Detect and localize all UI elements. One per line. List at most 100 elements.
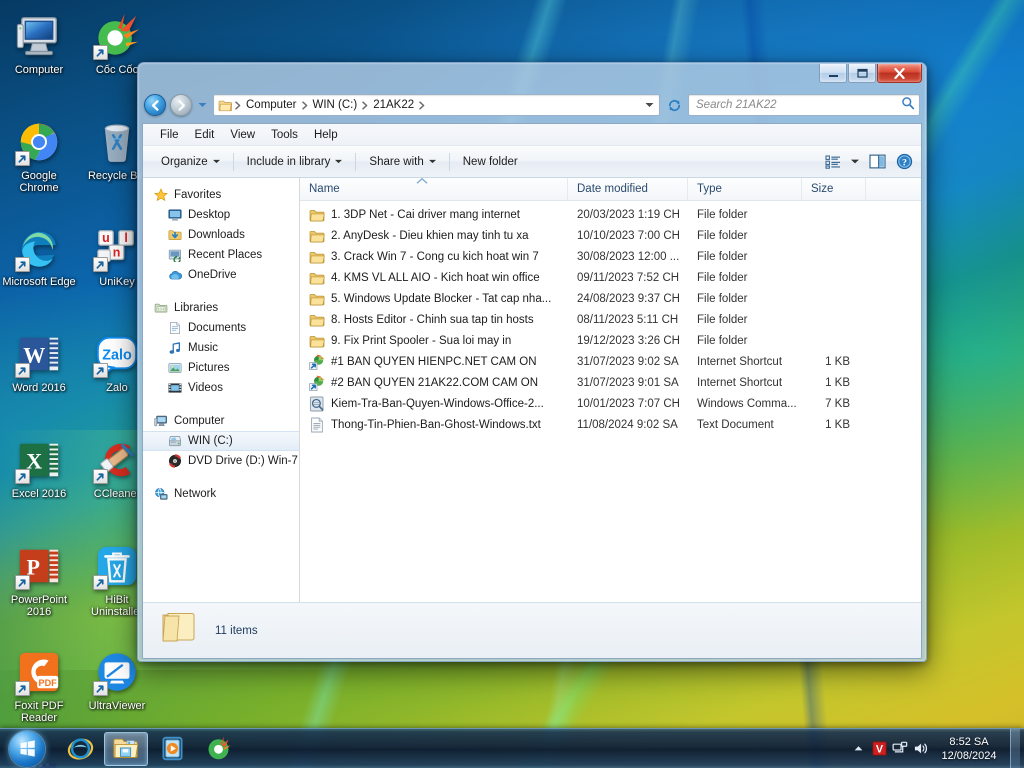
help-icon[interactable]: ?	[891, 150, 917, 174]
address-bar-row[interactable]: Computer WIN (C:) 21AK22 Search 21AK22	[142, 92, 922, 118]
coccoc-taskbar-icon[interactable]	[196, 732, 240, 766]
table-row[interactable]: 3. Crack Win 7 - Cong cu kich hoat win 7…	[300, 246, 921, 267]
nav-group-network[interactable]: Network	[143, 484, 299, 504]
file-rows[interactable]: 1. 3DP Net - Cai driver mang internet 20/…	[300, 201, 921, 602]
column-header-name[interactable]: Name	[300, 177, 568, 201]
start-orb[interactable]	[2, 730, 52, 768]
nav-item-recent-places[interactable]: Recent Places	[143, 245, 299, 265]
favorites-star-icon	[153, 187, 169, 203]
table-row[interactable]: Kiem-Tra-Ban-Quyen-Windows-Office-2... 10…	[300, 393, 921, 414]
folder-icon	[309, 333, 325, 349]
menu-bar[interactable]: File Edit View Tools Help	[143, 124, 921, 146]
breadcrumb-win-c[interactable]: WIN (C:)	[310, 97, 361, 113]
desktop-icon-chrome[interactable]: Google Chrome	[0, 112, 78, 218]
address-bar[interactable]: Computer WIN (C:) 21AK22	[213, 94, 660, 116]
menu-item-help[interactable]: Help	[306, 127, 346, 143]
breadcrumb-computer[interactable]: Computer	[243, 97, 300, 113]
nav-item-documents[interactable]: Documents	[143, 318, 299, 338]
table-row[interactable]: 9. Fix Print Spooler - Sua loi may in 19/…	[300, 330, 921, 351]
menu-item-file[interactable]: File	[152, 127, 187, 143]
change-view-icon[interactable]	[820, 150, 846, 174]
nav-group-libraries[interactable]: Libraries	[143, 298, 299, 318]
refresh-button[interactable]	[664, 95, 684, 115]
close-button[interactable]	[877, 64, 922, 83]
navigation-pane[interactable]: Favorites Desktop Downloads Recent Places On…	[143, 178, 300, 602]
change-view-dropdown-icon[interactable]	[847, 150, 863, 174]
new-folder-button[interactable]: New folder	[453, 150, 528, 174]
file-list-pane[interactable]: Name Date modified Type Size 1. 3DP Net …	[300, 177, 921, 602]
recent-pages-dropdown[interactable]	[196, 94, 209, 116]
file-name-cell: #1 BAN QUYEN HIENPC.NET CAM ON	[300, 354, 568, 370]
search-icon[interactable]	[901, 96, 915, 115]
nav-item-onedrive[interactable]: OneDrive	[143, 265, 299, 285]
volume-tray-icon[interactable]	[912, 739, 930, 759]
nav-item-pictures[interactable]: Pictures	[143, 358, 299, 378]
windows-explorer-taskbar-icon[interactable]	[104, 731, 148, 766]
address-folder-icon	[217, 97, 233, 113]
preview-pane-icon[interactable]	[864, 150, 890, 174]
system-tray[interactable]: V 8:52 SA 12/08/2024	[849, 728, 1024, 768]
new-folder-label: New folder	[462, 155, 518, 168]
desktop-icon-excel[interactable]: X Excel 2016	[0, 430, 78, 536]
search-input[interactable]: Search 21AK22	[688, 94, 920, 116]
command-toolbar[interactable]: Organize Include in library Share with N…	[143, 146, 921, 178]
include-in-library-button[interactable]: Include in library	[237, 150, 353, 174]
table-row[interactable]: #1 BAN QUYEN HIENPC.NET CAM ON 31/07/2023…	[300, 351, 921, 372]
svg-text:PDF: PDF	[39, 678, 58, 688]
folder-icon	[309, 207, 325, 223]
nav-item-label: OneDrive	[188, 269, 237, 281]
crumb-separator-icon	[300, 100, 310, 110]
nav-item-dvd-drive-d-win-7[interactable]: DVD Drive (D:) Win-7	[143, 451, 299, 471]
folder-icon	[309, 251, 325, 263]
desktop-icon-word[interactable]: W Word 2016	[0, 324, 78, 430]
explorer-window[interactable]: Computer WIN (C:) 21AK22 Search 21AK22 F…	[137, 62, 927, 662]
clock[interactable]: 8:52 SA 12/08/2024	[933, 735, 1005, 763]
nav-item-music[interactable]: Music	[143, 338, 299, 358]
internet-shortcut-icon	[309, 375, 325, 391]
file-type-cell: File folder	[697, 250, 748, 263]
minimize-button[interactable]	[819, 64, 847, 83]
column-header-empty[interactable]	[866, 178, 921, 201]
nav-item-downloads[interactable]: Downloads	[143, 225, 299, 245]
taskbar[interactable]: V 8:52 SA 12/08/2024	[0, 728, 1024, 768]
column-headers[interactable]: Name Date modified Type Size	[300, 177, 921, 201]
table-row[interactable]: 2. AnyDesk - Dieu khien may tinh tu xa 10…	[300, 225, 921, 246]
show-desktop-button[interactable]	[1010, 728, 1020, 768]
nav-item-desktop[interactable]: Desktop	[143, 205, 299, 225]
nav-group-favorites[interactable]: Favorites	[143, 185, 299, 205]
organize-button[interactable]: Organize	[151, 150, 230, 174]
window-title-bar[interactable]	[142, 64, 922, 92]
unikey-tray-icon[interactable]: V	[870, 739, 888, 759]
network-tray-icon[interactable]	[891, 739, 909, 759]
column-header-type[interactable]: Type	[688, 177, 802, 201]
nav-item-win-c[interactable]: WIN (C:)	[143, 431, 299, 451]
forward-button[interactable]	[170, 94, 192, 116]
internet-explorer-taskbar-icon[interactable]	[58, 732, 102, 766]
desktop[interactable]: Computer Cốc Cốc Google Chrome Recycle Bin M…	[0, 0, 1024, 768]
column-header-size[interactable]: Size	[802, 177, 866, 201]
menu-item-edit[interactable]: Edit	[187, 127, 223, 143]
table-row[interactable]: 1. 3DP Net - Cai driver mang internet 20/…	[300, 204, 921, 225]
desktop-icon-computer[interactable]: Computer	[0, 6, 78, 112]
column-header-date-modified[interactable]: Date modified	[568, 177, 688, 201]
table-row[interactable]: #2 BAN QUYEN 21AK22.COM CAM ON 31/07/2023…	[300, 372, 921, 393]
folder-icon	[309, 314, 325, 326]
table-row[interactable]: 4. KMS VL ALL AIO - Kich hoat win office…	[300, 267, 921, 288]
breadcrumb-21ak22[interactable]: 21AK22	[370, 97, 417, 113]
media-player-taskbar-icon[interactable]	[150, 732, 194, 766]
nav-item-videos[interactable]: Videos	[143, 378, 299, 398]
table-row[interactable]: 8. Hosts Editor - Chinh sua tap tin host…	[300, 309, 921, 330]
table-row[interactable]: Thong-Tin-Phien-Ban-Ghost-Windows.txt 11/…	[300, 414, 921, 435]
svg-text:Zalo: Zalo	[102, 348, 132, 364]
menu-item-tools[interactable]: Tools	[263, 127, 306, 143]
maximize-button[interactable]	[848, 64, 876, 83]
nav-group-computer[interactable]: Computer	[143, 411, 299, 431]
menu-item-view[interactable]: View	[222, 127, 263, 143]
show-hidden-icons-arrow[interactable]	[849, 739, 867, 759]
desktop-icon-powerpoint[interactable]: P PowerPoint 2016	[0, 536, 78, 642]
share-with-button[interactable]: Share with	[359, 150, 445, 174]
back-button[interactable]	[144, 94, 166, 116]
table-row[interactable]: 5. Windows Update Blocker - Tat cap nha.…	[300, 288, 921, 309]
address-history-dropdown-icon[interactable]	[641, 102, 657, 108]
desktop-icon-edge[interactable]: Microsoft Edge	[0, 218, 78, 324]
